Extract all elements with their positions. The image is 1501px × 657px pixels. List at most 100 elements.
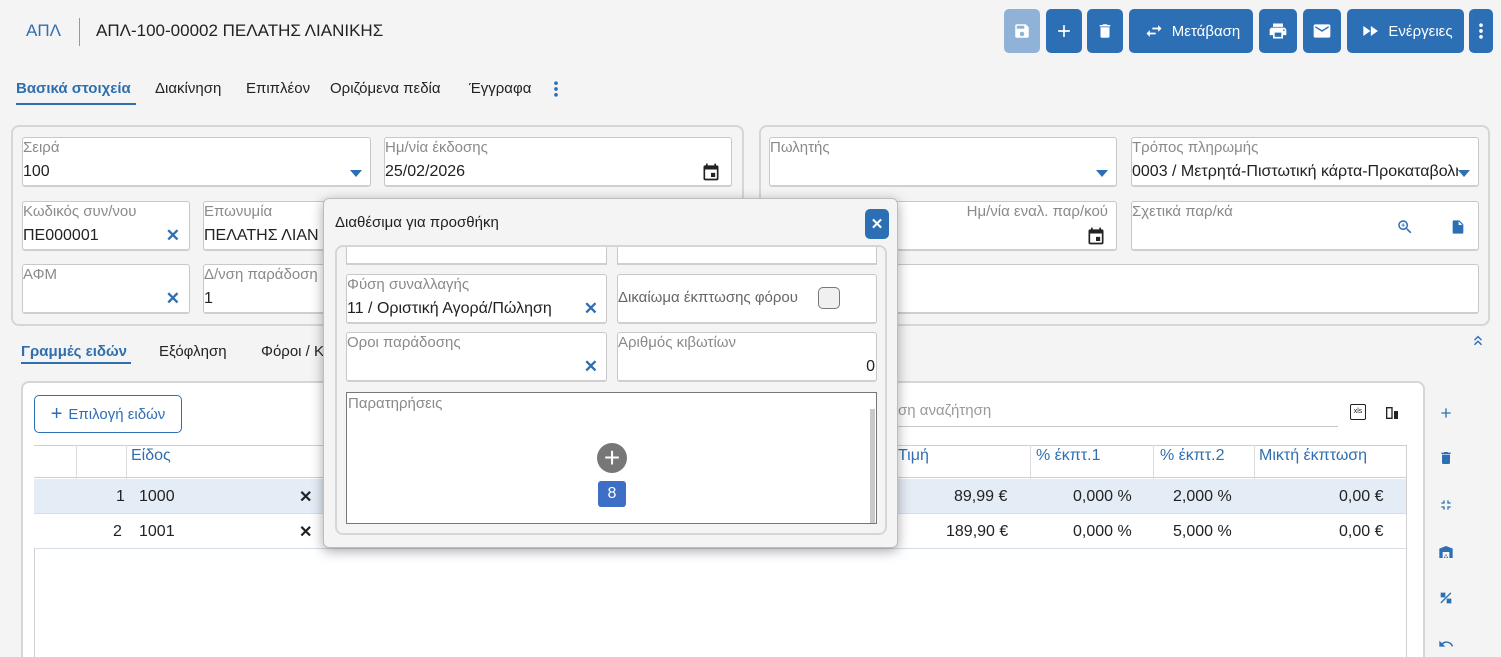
vat-field[interactable]: ΑΦΜ ✕ <box>22 264 190 314</box>
active-tab-underline <box>16 103 136 105</box>
add-row-icon[interactable] <box>1435 402 1457 424</box>
plus-icon <box>1058 25 1070 37</box>
save-icon <box>1015 24 1029 38</box>
col-header-disc2[interactable]: % έκπτ.2 <box>1160 447 1225 465</box>
row-number: 1 <box>116 488 125 505</box>
calendar-icon[interactable] <box>1086 226 1106 251</box>
plus-icon: + <box>50 403 63 425</box>
salesperson-field[interactable]: Πωλητής <box>769 137 1117 187</box>
clear-icon[interactable]: ✕ <box>299 522 312 542</box>
boxes-count-value: 0 <box>866 358 875 375</box>
row-price: 189,90 € <box>946 523 1009 540</box>
transaction-type-label: Φύση συναλλαγής <box>347 276 470 293</box>
extra-field[interactable] <box>895 264 1479 314</box>
tab-basic-info[interactable]: Βασικά στοιχεία <box>16 80 131 97</box>
add-circle-icon[interactable]: + <box>597 443 627 473</box>
payment-method-field[interactable]: Τρόπος πληρωμής 0003 / Μετρητά-Πιστωτική… <box>1131 137 1479 187</box>
name-field[interactable]: Επωνυμία ΠΕΛΑΤΗΣ ΛΙΑΝ <box>203 201 333 251</box>
vat-label: ΑΦΜ <box>23 266 58 283</box>
grid-search-input[interactable]: ση αναζήτηση <box>898 402 1338 427</box>
select-items-button[interactable]: + Επιλογή ειδών <box>34 395 182 433</box>
row-disc1: 0,000 % <box>1073 488 1132 505</box>
clear-icon[interactable]: ✕ <box>584 357 598 377</box>
envelope-icon <box>1313 24 1331 38</box>
grid-border <box>1406 445 1407 657</box>
discount-icon[interactable] <box>1435 587 1457 609</box>
row-item-code[interactable]: 1001 <box>139 523 175 541</box>
transition-label: Μετάβαση <box>1171 22 1241 40</box>
col-header-disc1[interactable]: % έκπτ.1 <box>1036 447 1101 465</box>
issue-date-label: Ημ/νία έκδοσης <box>385 139 488 156</box>
hidden-field[interactable] <box>346 247 607 265</box>
issue-date-field[interactable]: Ημ/νία έκδοσης 25/02/2026 <box>384 137 732 187</box>
actions-button[interactable]: Ενέργειες <box>1347 9 1464 53</box>
document-icon[interactable] <box>1450 218 1466 241</box>
dropdown-arrow-icon[interactable] <box>1458 165 1470 183</box>
vat-deduction-field[interactable]: Δικαίωμα έκπτωσης φόρου <box>617 274 877 324</box>
tab-item-lines[interactable]: Γραμμές ειδών <box>21 343 127 360</box>
print-button[interactable] <box>1259 9 1297 53</box>
clear-icon[interactable]: ✕ <box>299 487 312 507</box>
clear-icon[interactable]: ✕ <box>584 299 598 319</box>
related-docs-field[interactable]: Σχετικά παρ/κά <box>1131 201 1479 251</box>
clear-icon[interactable]: ✕ <box>166 226 180 246</box>
remarks-textarea[interactable]: Παρατηρήσεις + 8 <box>346 392 877 524</box>
col-header-item[interactable]: Είδος <box>131 447 171 465</box>
swap-arrows-icon <box>1146 25 1162 37</box>
delivery-terms-field[interactable]: Οροι παράδοσης ✕ <box>346 332 607 382</box>
alt-order-date-field[interactable]: Ημ/νία εναλ. παρ/κού <box>895 201 1117 251</box>
customer-code-field[interactable]: Κωδικός συν/νου ΠΕ000001 ✕ <box>22 201 190 251</box>
add-button[interactable] <box>1046 9 1082 53</box>
collapse-icon[interactable] <box>1435 494 1457 516</box>
boxes-count-field[interactable]: Αριθμός κιβωτίων 0 <box>617 332 877 382</box>
kebab-icon <box>1479 23 1483 39</box>
series-field[interactable]: Σειρά 100 <box>22 137 371 187</box>
close-button[interactable]: ✕ <box>865 209 889 239</box>
tab-documents[interactable]: Έγγραφα <box>469 80 531 97</box>
available-items-dialog: Διαθέσιμα για προσθήκη ✕ Φύση συναλλαγής… <box>323 198 898 548</box>
col-header-price[interactable]: Τιμή <box>898 447 929 465</box>
col-header-gross-disc[interactable]: Μικτή έκπτωση <box>1259 447 1367 465</box>
related-docs-label: Σχετικά παρ/κά <box>1132 203 1233 220</box>
excel-export-icon[interactable]: xls <box>1350 404 1366 420</box>
delivery-address-field[interactable]: Δ/νση παράδοση 1 <box>203 264 333 314</box>
tab-extra[interactable]: Επιπλέον <box>246 80 310 97</box>
payment-method-label: Τρόπος πληρωμής <box>1132 139 1259 156</box>
email-button[interactable] <box>1303 9 1341 53</box>
delete-row-icon[interactable] <box>1435 447 1457 469</box>
tab-movement[interactable]: Διακίνηση <box>155 80 221 97</box>
series-label: Σειρά <box>23 139 60 156</box>
app-brand[interactable]: ΑΠΛ <box>26 21 61 41</box>
salesperson-label: Πωλητής <box>770 139 830 156</box>
row-disc2: 2,000 % <box>1173 488 1232 505</box>
name-value: ΠΕΛΑΤΗΣ ΛΙΑΝ <box>204 227 319 244</box>
undo-icon[interactable] <box>1435 633 1457 655</box>
clear-icon[interactable]: ✕ <box>166 289 180 309</box>
row-item-code[interactable]: 1000 <box>139 488 175 506</box>
tabs-more-icon[interactable] <box>552 79 560 104</box>
calendar-icon[interactable] <box>701 162 721 187</box>
page-title: ΑΠΛ-100-00002 ΠΕΛΑΤΗΣ ΛΙΑΝΙΚΗΣ <box>96 21 384 40</box>
row-gross-disc: 0,00 € <box>1339 488 1384 505</box>
transaction-type-field[interactable]: Φύση συναλλαγής 11 / Οριστική Αγορά/Πώλη… <box>346 274 607 324</box>
grid-border <box>34 549 35 657</box>
zoom-in-icon[interactable] <box>1396 218 1414 241</box>
hidden-field[interactable] <box>617 247 877 265</box>
vat-deduction-checkbox[interactable] <box>818 287 840 309</box>
collapse-up-icon[interactable] <box>1470 332 1486 353</box>
delete-button[interactable] <box>1087 9 1123 53</box>
remarks-label: Παρατηρήσεις <box>348 395 443 412</box>
columns-icon[interactable] <box>1384 405 1400 426</box>
save-button[interactable] <box>1004 9 1040 53</box>
transition-button[interactable]: Μετάβαση <box>1129 9 1253 53</box>
dropdown-arrow-icon[interactable] <box>1096 165 1108 183</box>
fast-forward-icon <box>1363 26 1379 36</box>
tab-taxes[interactable]: Φόροι / Κ <box>261 343 324 360</box>
delivery-address-label: Δ/νση παράδοση <box>204 266 318 283</box>
tab-payment[interactable]: Εξόφληση <box>159 343 227 360</box>
scrollbar[interactable] <box>870 409 875 523</box>
dropdown-arrow-icon[interactable] <box>350 165 362 183</box>
tab-custom-fields[interactable]: Οριζόμενα πεδία <box>330 80 441 97</box>
warehouse-icon[interactable] <box>1435 541 1457 563</box>
more-button[interactable] <box>1469 9 1493 53</box>
